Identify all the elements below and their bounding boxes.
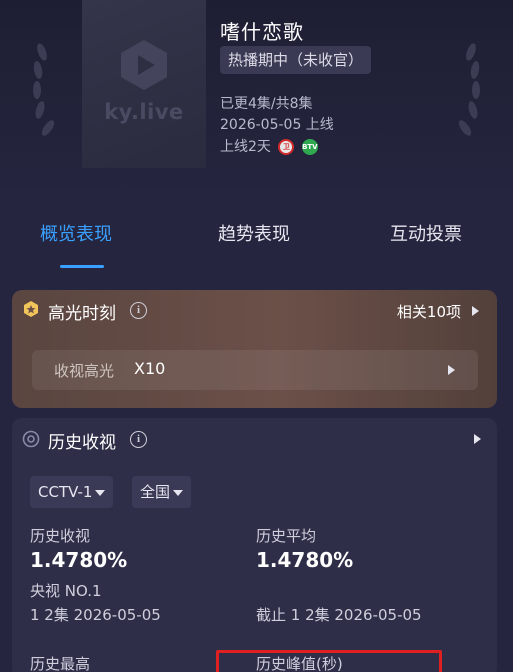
caret-down-icon [95, 489, 106, 496]
active-tab-indicator [60, 265, 104, 268]
channel-select[interactable]: CCTV-1 [30, 476, 114, 508]
region-select[interactable]: 全国 [132, 476, 192, 508]
status-badge: 热播期中（未收官） [220, 46, 372, 74]
logo-play-icon [121, 40, 167, 90]
tab-vote[interactable]: 互动投票 [390, 220, 462, 246]
channel-select-value: CCTV-1 [38, 483, 93, 501]
history-title: 历史收视 [48, 433, 116, 453]
tab-overview[interactable]: 概览表现 [40, 220, 112, 246]
highlight-row-value: X10 [134, 359, 166, 378]
hist-avg-value: 1.4780% [256, 548, 354, 572]
caret-down-icon [173, 489, 184, 496]
episode-count: 已更4集/共8集 [220, 96, 313, 112]
badge-star-icon [24, 301, 38, 317]
hist-avg-episode: 截止 1 2集 2026-05-05 [256, 606, 422, 624]
days-online: 上线2天 [220, 139, 271, 155]
tab-trend[interactable]: 趋势表现 [218, 220, 290, 246]
poster-logo-text: ky.live [104, 100, 184, 124]
annotation-highlight-box [216, 650, 442, 672]
release-date: 2026-05-05 上线 [220, 117, 334, 133]
info-icon[interactable]: i [130, 431, 147, 448]
channel-badge-icon: 卫 [278, 139, 295, 155]
hist-rating-episode: 1 2集 2026-05-05 [30, 606, 161, 624]
chevron-right-icon[interactable] [474, 434, 481, 444]
hist-rating-label: 历史收视 [30, 527, 91, 545]
show-title: 嗜什恋歌 [220, 20, 304, 44]
chevron-right-icon[interactable] [472, 306, 479, 316]
highlight-title: 高光时刻 [48, 304, 116, 324]
channel-badge-icon: BTV [301, 139, 318, 155]
chevron-right-icon[interactable] [448, 365, 455, 375]
highlight-row-label: 收视高光 [54, 362, 115, 380]
hist-rating-value: 1.4780% [30, 548, 128, 572]
info-icon[interactable]: i [130, 302, 147, 319]
laurel-icon [33, 43, 55, 136]
rating-icon [22, 430, 40, 448]
related-count-link[interactable]: 相关10项 [397, 301, 461, 322]
hist-rating-rank: 央视 NO.1 [30, 582, 102, 600]
region-select-value: 全国 [140, 483, 171, 501]
show-poster[interactable]: ky.live [82, 0, 206, 168]
hist-max-label: 历史最高 [30, 655, 91, 672]
days-online-row: 上线2天 卫 BTV [220, 136, 318, 156]
hist-avg-label: 历史平均 [256, 527, 317, 545]
laurel-icon [458, 43, 480, 136]
